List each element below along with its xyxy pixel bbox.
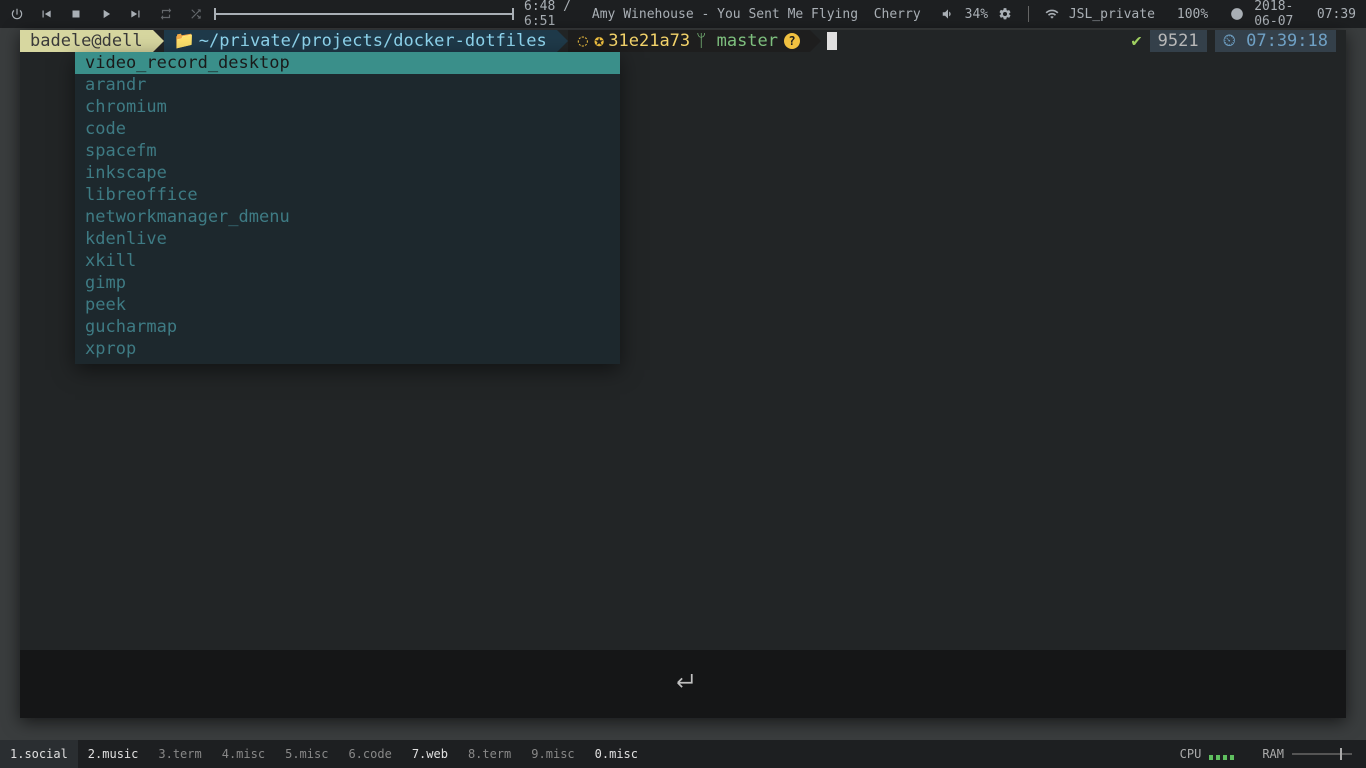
workspace-0.misc[interactable]: 0.misc [585,740,648,768]
date: 2018-06-07 [1254,0,1307,29]
launcher-item[interactable]: gucharmap [75,316,620,338]
launcher-item[interactable]: video_record_desktop [75,52,620,74]
stop-icon[interactable] [68,6,84,22]
workspace-4.misc[interactable]: 4.misc [212,740,275,768]
launcher-item[interactable]: chromium [75,96,620,118]
ram-gauge [1292,753,1352,755]
check-icon: ✔ [1131,30,1141,52]
prompt-time: ⏲ 07:39:18 [1215,30,1336,52]
prev-track-icon[interactable] [38,6,54,22]
workspace-3.term[interactable]: 3.term [148,740,211,768]
wifi-ssid: JSL_private [1069,7,1155,22]
cursor [827,32,837,50]
workspace-2.music[interactable]: 2.music [78,740,149,768]
launcher-item[interactable]: peek [75,294,620,316]
launcher-menu[interactable]: video_record_desktoparandrchromiumcodesp… [75,52,620,364]
workspace-9.misc[interactable]: 9.misc [521,740,584,768]
help-icon: ? [784,33,800,49]
next-track-icon[interactable] [128,6,144,22]
cpu-label: CPU [1180,747,1202,761]
cpu-bars [1209,748,1234,760]
clock-icon [1230,6,1244,22]
repeat-icon[interactable] [158,6,174,22]
prompt-git: ◌ ✪ 31e21a73 ᛘ master ? [568,30,810,52]
media-controls [38,6,204,22]
media-time: 6:48 / 6:51 [524,0,582,29]
history-number: 9521 [1150,30,1207,52]
shell-prompt: badele@dell 📁~/private/projects/docker-d… [20,30,1346,52]
divider [1028,6,1029,22]
prompt-user: badele@dell [20,30,153,52]
workspace-7.web[interactable]: 7.web [402,740,458,768]
bottom-bar: 1.social2.music3.term4.misc5.misc6.code7… [0,740,1366,768]
battery-percent: 100% [1177,7,1208,22]
shuffle-icon[interactable] [188,6,204,22]
folder-icon: 📁 [174,30,195,52]
wifi-icon[interactable] [1045,6,1059,22]
launcher-item[interactable]: arandr [75,74,620,96]
launcher-item[interactable]: xkill [75,250,620,272]
launcher-item[interactable]: kdenlive [75,228,620,250]
cpu-monitor: CPU [1166,747,1249,761]
volume-percent: 34% [965,7,988,22]
settings-icon[interactable] [998,6,1012,22]
media-progress[interactable] [214,6,514,22]
workspace-1.social[interactable]: 1.social [0,740,78,768]
now-playing: Amy Winehouse - You Sent Me Flying Cherr… [592,7,921,22]
git-branch: ᛘ master [696,30,778,52]
terminal-window[interactable]: badele@dell 📁~/private/projects/docker-d… [20,30,1346,718]
power-icon[interactable] [10,6,24,22]
github-icon: ◌ [578,30,588,52]
launcher-item[interactable]: code [75,118,620,140]
workspace-6.code[interactable]: 6.code [338,740,401,768]
keyhint-bar [20,650,1346,718]
launcher-item[interactable]: xprop [75,338,620,360]
launcher-item[interactable]: networkmanager_dmenu [75,206,620,228]
ram-label: RAM [1262,747,1284,761]
top-bar: 6:48 / 6:51 Amy Winehouse - You Sent Me … [0,0,1366,28]
launcher-item[interactable]: gimp [75,272,620,294]
prompt-right: ✔ 9521 ⏲ 07:39:18 [1131,30,1346,52]
play-icon[interactable] [98,6,114,22]
volume-icon[interactable] [941,6,955,22]
git-hash: 31e21a73 [608,30,690,52]
enter-key-icon [669,667,697,701]
workspace-5.misc[interactable]: 5.misc [275,740,338,768]
ram-monitor: RAM [1248,747,1366,761]
prompt-path: 📁~/private/projects/docker-dotfiles [164,30,557,52]
commit-icon: ✪ [594,30,604,52]
launcher-item[interactable]: libreoffice [75,184,620,206]
workspace-8.term[interactable]: 8.term [458,740,521,768]
launcher-item[interactable]: spacefm [75,140,620,162]
launcher-item[interactable]: inkscape [75,162,620,184]
clock-time: 07:39 [1317,7,1356,22]
